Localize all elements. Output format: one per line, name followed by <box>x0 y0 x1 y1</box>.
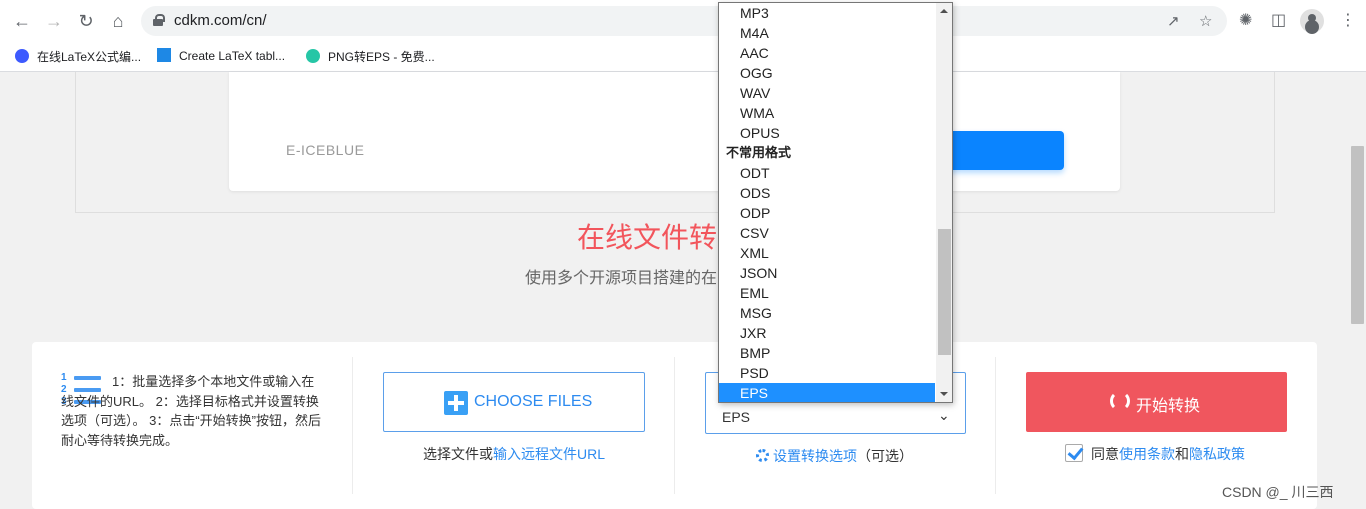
terms-link[interactable]: 使用条款 <box>1119 446 1175 462</box>
start-conversion-label: 开始转换 <box>1136 398 1201 415</box>
agree-text: 同意 <box>1091 446 1119 462</box>
upload-caption-text: 选择文件或 <box>422 446 493 462</box>
format-option[interactable]: MSG <box>719 303 935 323</box>
dropdown-scrollbar[interactable] <box>936 3 952 402</box>
home-icon[interactable]: ⌂ <box>107 10 129 32</box>
ad-cta-button[interactable] <box>940 131 1064 170</box>
gear-icon <box>756 449 769 462</box>
column-divider <box>674 357 675 494</box>
extensions-icon[interactable]: ✺ <box>1239 10 1252 30</box>
lock-icon[interactable] <box>153 14 165 26</box>
format-options: MP3 M4A AAC OGG WAV WMA OPUS 不常用格式 ODT O… <box>719 3 935 402</box>
url-text[interactable]: cdkm.com/cn/ <box>174 12 267 29</box>
menu-kebab-icon[interactable]: ⋮ <box>1340 10 1356 30</box>
column-divider <box>995 357 996 494</box>
bookmark-favicon-icon <box>157 48 171 62</box>
format-option[interactable]: PSD <box>719 363 935 383</box>
remote-url-link[interactable]: 输入远程文件URL <box>493 446 605 462</box>
chevron-down-icon: ⌄ <box>938 407 950 423</box>
format-option[interactable]: M4A <box>719 23 935 43</box>
dropdown-scrollbar-thumb[interactable] <box>938 229 951 355</box>
privacy-link[interactable]: 隐私政策 <box>1189 446 1245 462</box>
optional-note: （可选） <box>857 448 913 464</box>
choose-files-button[interactable]: CHOOSE FILES <box>383 372 645 432</box>
format-option[interactable]: AAC <box>719 43 935 63</box>
profile-avatar[interactable] <box>1300 9 1324 33</box>
bookmark-png-to-eps[interactable]: PNG转EPS - 免费... <box>306 48 435 65</box>
csdn-watermark: CSDN @_ 川三西 <box>1222 484 1334 500</box>
scroll-down-icon[interactable] <box>940 392 948 396</box>
format-dropdown-list[interactable]: MP3 M4A AAC OGG WAV WMA OPUS 不常用格式 ODT O… <box>718 2 953 403</box>
page-subtitle: 使用多个开源项目搭建的在 <box>525 270 718 287</box>
bookmarks-bar: 在线LaTeX公式编... Create LaTeX tabl... PNG转E… <box>0 41 1366 72</box>
bookmark-label: 在线LaTeX公式编... <box>37 50 142 64</box>
and-text: 和 <box>1175 446 1189 462</box>
bookmark-favicon-icon <box>15 49 29 63</box>
format-option[interactable]: MP3 <box>719 3 935 23</box>
choose-files-label: CHOOSE FILES <box>474 393 593 410</box>
side-panel-icon[interactable]: ◫ <box>1271 10 1286 30</box>
instructions-text: 1：批量选择多个本地文件或输入在线文件的URL。 2：选择目标格式并设置转换选项… <box>61 374 322 448</box>
format-option[interactable]: ODP <box>719 203 935 223</box>
format-option[interactable]: JSON <box>719 263 935 283</box>
reload-icon[interactable]: ↻ <box>75 10 97 32</box>
selected-format: EPS <box>722 409 751 425</box>
refresh-icon <box>1110 391 1130 411</box>
bookmark-favicon-icon <box>306 49 320 63</box>
start-conversion-button[interactable]: 开始转换 <box>1026 372 1287 432</box>
format-option[interactable]: ODT <box>719 163 935 183</box>
terms-agreement: 同意使用条款和隐私政策 <box>1065 444 1245 464</box>
conversion-options-link[interactable]: 设置转换选项 <box>773 448 857 464</box>
back-icon[interactable]: ← <box>11 10 33 32</box>
format-option[interactable]: JXR <box>719 323 935 343</box>
format-option[interactable]: BMP <box>719 343 935 363</box>
plus-icon <box>444 391 468 415</box>
format-option[interactable]: ODS <box>719 183 935 203</box>
conversion-options[interactable]: 设置转换选项（可选） <box>756 446 913 466</box>
bookmark-label: Create LaTeX tabl... <box>179 49 286 63</box>
format-group-label: 不常用格式 <box>726 145 792 160</box>
bookmark-star-icon[interactable]: ☆ <box>1199 12 1212 30</box>
column-divider <box>352 357 353 494</box>
share-icon[interactable]: ↗ <box>1167 12 1180 30</box>
page-title: 在线文件转 <box>577 222 718 253</box>
format-option[interactable]: EML <box>719 283 935 303</box>
browser-toolbar: ← → ↻ ⌂ cdkm.com/cn/ ↗ ☆ ✺ ◫ ⋮ <box>0 0 1366 41</box>
bookmark-label: PNG转EPS - 免费... <box>328 50 435 64</box>
address-bar[interactable]: cdkm.com/cn/ ↗ ☆ <box>141 6 1227 36</box>
page-scrollbar-thumb[interactable] <box>1351 146 1364 324</box>
format-option[interactable]: OGG <box>719 63 935 83</box>
format-option[interactable]: XML <box>719 243 935 263</box>
bookmark-latex-editor[interactable]: 在线LaTeX公式编... <box>15 48 141 65</box>
forward-icon[interactable]: → <box>43 10 65 32</box>
agree-checkbox[interactable] <box>1065 444 1083 462</box>
format-option[interactable]: OPUS <box>719 123 935 143</box>
format-option[interactable]: WMA <box>719 103 935 123</box>
ad-brand: E-ICEBLUE <box>286 142 365 158</box>
scroll-up-icon[interactable] <box>940 9 948 13</box>
format-option-selected[interactable]: EPS <box>719 383 935 402</box>
format-option[interactable]: CSV <box>719 223 935 243</box>
bookmark-latex-tables[interactable]: Create LaTeX tabl... <box>157 48 285 63</box>
format-option[interactable]: WAV <box>719 83 935 103</box>
upload-caption: 选择文件或输入远程文件URL <box>383 444 645 464</box>
